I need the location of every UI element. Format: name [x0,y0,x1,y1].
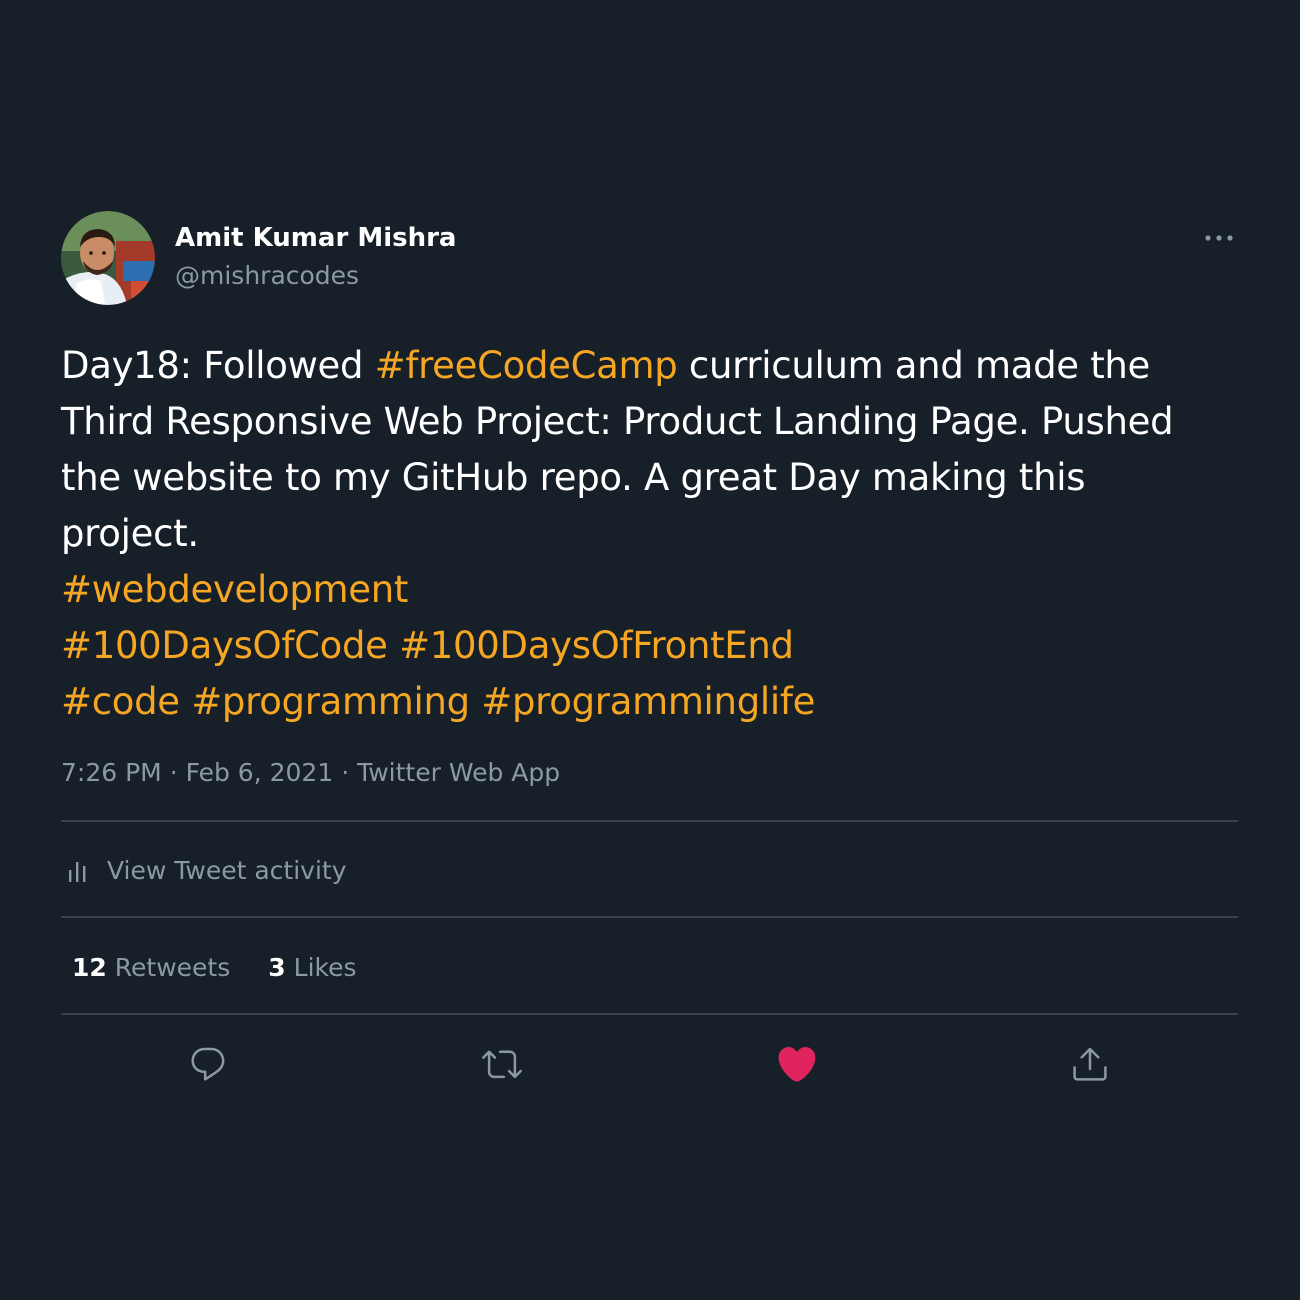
retweets-label: Retweets [114,952,231,982]
more-dots-icon [1205,235,1233,241]
analytics-icon [69,862,86,882]
likes-label: Likes [293,952,357,982]
tweet-text-segment [388,624,399,667]
tweet-text-segment [470,680,481,723]
share-button[interactable] [1066,1040,1114,1088]
divider [61,1013,1238,1015]
tweet-time[interactable]: 7:26 PM [61,758,162,787]
tweet-text-segment [180,680,191,723]
hashtag-link[interactable]: #100DaysOfCode [61,624,388,667]
likes-count: 3 [268,952,286,982]
tweet-text-segment: project. [61,512,199,555]
tweet-text-line: Third Responsive Web Project: Product La… [61,394,1261,450]
tweet-text-line: the website to my GitHub repo. A great D… [61,450,1261,506]
tweet-text-segment: Third Responsive Web Project: Product La… [61,400,1174,443]
tweet-meta: 7:26 PM · Feb 6, 2021 · Twitter Web App [61,756,560,790]
tweet-text-line: #code #programming #programminglife [61,674,1261,730]
hashtag-link[interactable]: #100DaysOfFrontEnd [399,624,794,667]
more-options-button[interactable] [1198,220,1242,256]
retweet-icon [482,1050,522,1079]
tweet-text-line: #webdevelopment [61,562,1261,618]
avatar-image [61,211,155,305]
tweet-stats: 12 Retweets 3 Likes [72,948,395,986]
meta-separator: · [341,758,350,787]
reply-icon [191,1047,225,1081]
tweet-source[interactable]: Twitter Web App [357,758,560,787]
author-handle[interactable]: @mishracodes [175,260,359,292]
like-button[interactable] [773,1040,821,1088]
retweets-count: 12 [72,952,107,982]
likes-stat[interactable]: 3 Likes [268,953,356,982]
share-icon [1073,1047,1107,1081]
retweets-stat[interactable]: 12 Retweets [72,953,230,982]
view-tweet-activity-button[interactable]: View Tweet activity [61,850,347,890]
tweet-date[interactable]: Feb 6, 2021 [186,758,334,787]
tweet-text-line: project. [61,506,1261,562]
author-name[interactable]: Amit Kumar Mishra [175,222,456,254]
divider [61,916,1238,918]
heart-filled-icon [778,1046,816,1082]
retweet-button[interactable] [478,1040,526,1088]
tweet-card: Amit Kumar Mishra @mishracodes Day18: Fo… [0,0,1300,1300]
hashtag-link[interactable]: #programming [191,680,470,723]
reply-button[interactable] [184,1040,232,1088]
hashtag-link[interactable]: #programminglife [481,680,815,723]
tweet-text-line: #100DaysOfCode #100DaysOfFrontEnd [61,618,1261,674]
tweet-text: Day18: Followed #freeCodeCamp curriculum… [61,338,1261,730]
meta-separator: · [169,758,178,787]
divider [61,820,1238,822]
tweet-text-segment: curriculum and made the [677,344,1151,387]
hashtag-link[interactable]: #code [61,680,180,723]
hashtag-link[interactable]: #webdevelopment [61,568,408,611]
tweet-text-segment: the website to my GitHub repo. A great D… [61,456,1086,499]
tweet-text-line: Day18: Followed #freeCodeCamp curriculum… [61,338,1261,394]
hashtag-link[interactable]: #freeCodeCamp [375,344,678,387]
activity-label: View Tweet activity [107,855,347,885]
tweet-text-segment: Day18: Followed [61,344,375,387]
avatar[interactable] [61,211,155,305]
